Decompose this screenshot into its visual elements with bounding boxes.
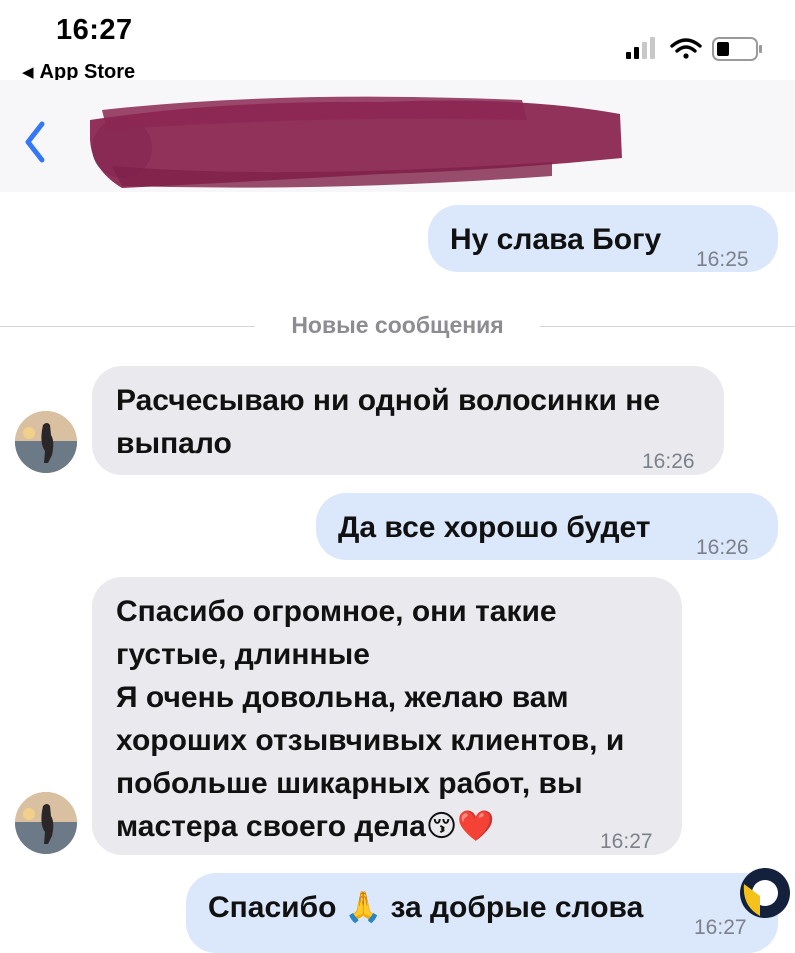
message-text: Расчесываю ни одной волосинки не выпало (116, 384, 661, 460)
message-text: Спасибо 🙏 за добрые слова (208, 891, 644, 924)
divider-line-left (0, 326, 255, 327)
new-messages-divider: Новые сообщения (291, 312, 504, 338)
watermark-logo (740, 868, 790, 918)
redacted-contact-name (90, 96, 622, 188)
message-time: 16:25 (696, 248, 749, 271)
message-text: Да все хорошо будет (338, 511, 651, 544)
message-bubble-outgoing[interactable]: Ну слава Богу 16:25 (428, 205, 778, 272)
message-time: 16:26 (696, 536, 749, 559)
message-bubble-incoming[interactable]: Спасибо огромное, они такие густые, длин… (92, 577, 682, 855)
message-text: Ну слава Богу (450, 223, 662, 256)
wifi-icon (670, 38, 702, 59)
message-bubble-incoming[interactable]: Расчесываю ни одной волосинки не выпало … (92, 366, 724, 475)
divider-line-right (540, 326, 795, 327)
status-time: 16:27 (56, 14, 133, 46)
cellular-signal-icon (626, 37, 655, 59)
avatar[interactable] (15, 411, 77, 473)
message-time: 16:26 (642, 450, 695, 473)
message-time: 16:27 (600, 830, 653, 853)
avatar[interactable] (15, 792, 77, 854)
status-icons (626, 37, 762, 61)
message-text: Спасибо огромное, они такие густые, длин… (116, 595, 625, 843)
battery-icon (712, 37, 762, 61)
message-bubble-outgoing[interactable]: Да все хорошо будет 16:26 (316, 493, 778, 560)
small-left-triangle-icon: ◀ (22, 64, 34, 81)
chevron-left-icon[interactable] (18, 118, 54, 166)
message-bubble-outgoing[interactable]: Спасибо 🙏 за добрые слова 16:27 (186, 873, 778, 953)
